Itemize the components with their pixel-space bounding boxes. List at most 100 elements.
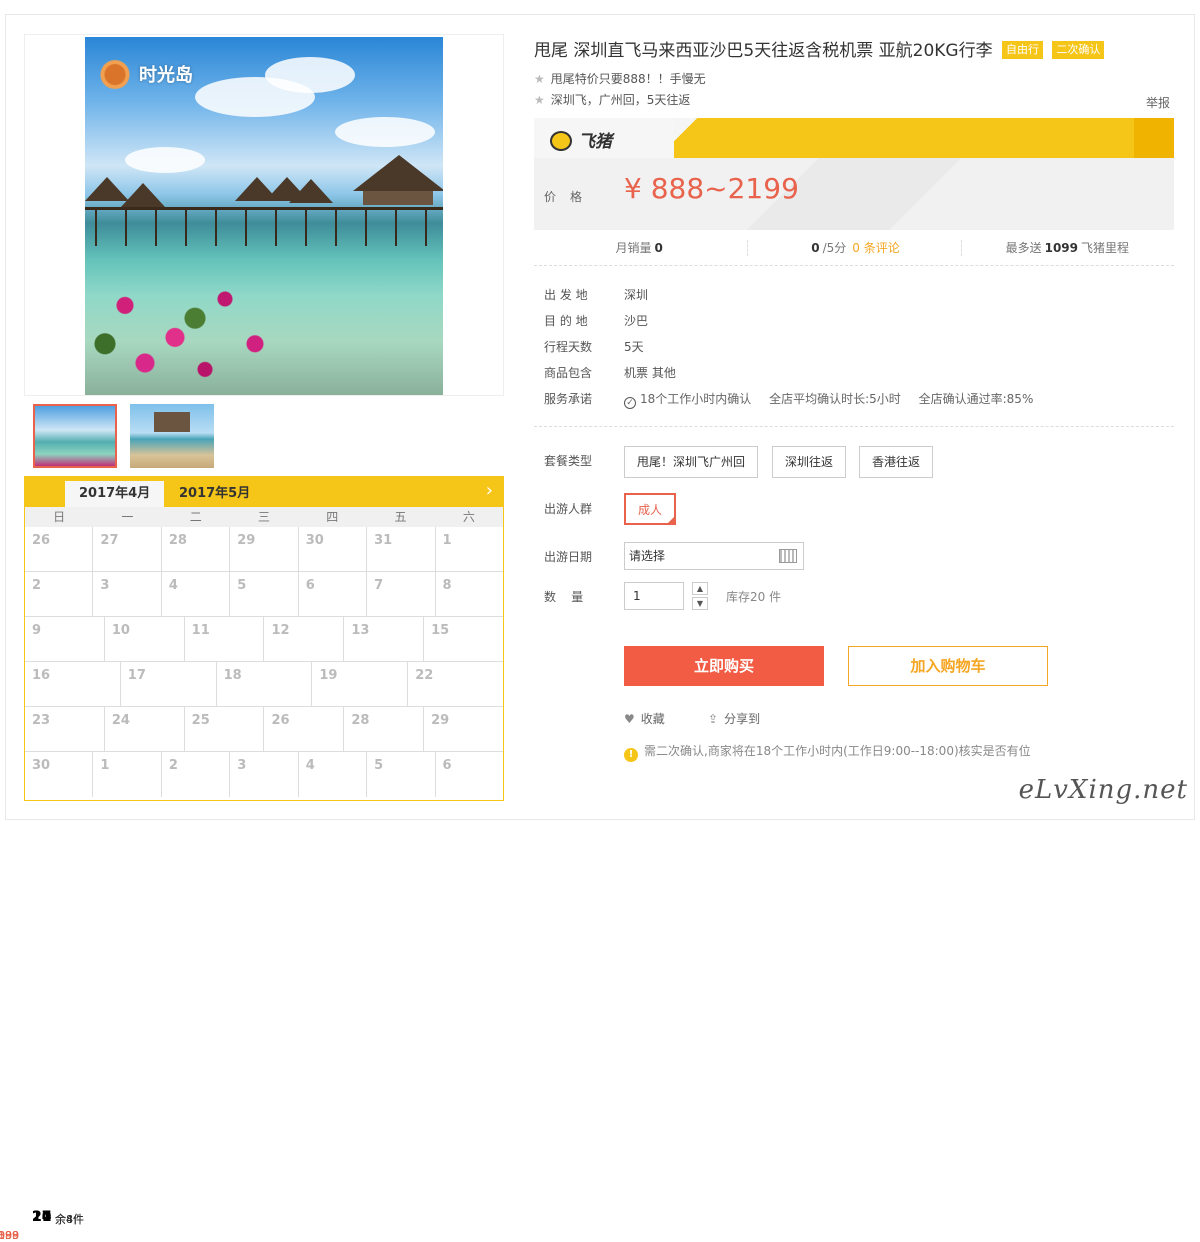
pig-logo-icon: [550, 131, 572, 151]
check-icon: ✓: [624, 397, 636, 409]
package-option[interactable]: 深圳往返: [772, 446, 847, 478]
warning-icon: !: [624, 748, 638, 762]
day-number: 13: [351, 623, 370, 638]
favorite-button[interactable]: ♥ 收藏: [624, 710, 665, 727]
calendar-day-cell: 19: [312, 662, 409, 706]
calendar-day-cell: 17: [121, 662, 217, 706]
day-number: 25: [191, 713, 210, 728]
tag-badge: 二次确认: [1052, 41, 1105, 59]
day-number: 22: [415, 668, 434, 683]
price-calendar: 2017年4月 2017年5月 › 日 一 二 三 四 五 六 26 27 28 29…: [0, 476, 504, 1242]
crowd-option-adult[interactable]: 成人: [624, 493, 677, 525]
buy-now-button[interactable]: 立即购买: [624, 646, 824, 686]
calendar-day-cell: 29: [424, 707, 503, 751]
calendar-day-cell: 18: [217, 662, 313, 706]
calendar-day-cell: 5: [367, 752, 436, 797]
calendar-week-row: 1617181920余4件¥109921余4件¥109922: [0, 662, 503, 1242]
reviews-link[interactable]: 0 条评论: [852, 241, 899, 255]
chevron-down-icon[interactable]: ▼: [692, 597, 708, 610]
quantity-input[interactable]: 1: [624, 582, 684, 610]
weekday-label: 日: [53, 510, 66, 524]
calendar-day-cell: 23: [25, 707, 105, 751]
day-number: 29: [431, 713, 450, 728]
calendar-icon[interactable]: [779, 549, 797, 563]
calendar-week-row: 2324252627余4件¥21992829: [0, 707, 503, 1242]
package-option[interactable]: 香港往返: [859, 446, 934, 478]
calendar-day-cell: 28: [162, 527, 231, 571]
day-number: 12: [271, 623, 290, 638]
service-promises: ✓ 18个工作小时内确认 全店平均确认时长:5小时 全店确认通过率:85%: [624, 390, 1033, 409]
day-number: 17: [127, 668, 146, 683]
calendar-day-cell: 28: [344, 707, 425, 751]
day-number: 9: [32, 623, 42, 638]
share-button[interactable]: ⇪ 分享到: [708, 710, 760, 727]
brand-watermark-logo: 时光岛: [97, 53, 217, 93]
calendar-week-row: 2 3 4 5 6 7 8: [25, 572, 503, 617]
day-number: 2: [168, 758, 178, 773]
tag-badge: 自由行: [1001, 41, 1043, 59]
price-value: ¥ 888~2199: [624, 172, 799, 205]
main-image-frame: 时光岛: [24, 34, 504, 396]
chevron-up-icon[interactable]: ▲: [692, 582, 708, 595]
weekday-label: 二: [189, 510, 202, 524]
chevron-right-icon[interactable]: ›: [486, 481, 493, 501]
stock-text: 库存20 件: [726, 590, 782, 604]
weekday-label: 一: [121, 510, 134, 524]
day-number: 6: [305, 578, 315, 593]
product-title: 甩尾 深圳直飞马来西亚沙巴5天往返含税机票 亚航20KG行李 自由行 二次确认: [534, 36, 1105, 61]
calendar-day-cell: 13: [344, 617, 425, 661]
tab-may[interactable]: 2017年5月: [165, 481, 264, 507]
calendar-day-cell: 3: [230, 752, 299, 797]
calendar-day-cell: 4: [162, 572, 231, 616]
calendar-week-row: 30 1 2 3 4 5 6: [25, 752, 503, 797]
day-number: 2: [32, 578, 42, 593]
tab-april[interactable]: 2017年4月: [65, 481, 165, 507]
brand-banner: 飞猪: [534, 118, 1174, 158]
calendar-day-cell: 5: [230, 572, 299, 616]
notice-text: ! 需二次确认,商家将在18个工作小时内(工作日9:00--18:00)核实是否有…: [624, 742, 1031, 762]
monthly-sales: 月销量 0: [615, 241, 663, 255]
date-picker[interactable]: 请选择: [624, 542, 804, 570]
thumbnail-strip: [24, 402, 504, 474]
calendar-day-cell: 11: [185, 617, 265, 661]
calendar-week-row: 26 27 28 29 30 31 1: [25, 527, 503, 572]
day-number: 8: [442, 578, 452, 593]
calendar-day-cell: 25: [185, 707, 265, 751]
calendar-day-cell: 16: [25, 662, 121, 706]
calendar-grid: 2627282930311234567891011121314余8件¥88815…: [0, 527, 503, 1242]
weekday-row: 日 一 二 三 四 五 六: [25, 507, 503, 527]
calendar-day-cell: 29: [230, 527, 299, 571]
day-number: 23: [32, 713, 51, 728]
calendar-day-cell: 27: [93, 527, 162, 571]
calendar-week-row: 91011121314余8件¥88815: [0, 617, 503, 1242]
star-icon: ★: [534, 72, 545, 86]
weekday-label: 四: [326, 510, 339, 524]
divider: [534, 426, 1174, 427]
day-number: 1: [100, 758, 110, 773]
quantity-label: 数 量: [544, 590, 584, 604]
day-number: 28: [168, 533, 187, 548]
star-icon: ★: [534, 93, 545, 107]
calendar-day-cell: 3: [93, 572, 162, 616]
calendar-day-cell: 1: [436, 527, 503, 571]
calendar-day-cell: 30: [299, 527, 368, 571]
day-number: 16: [32, 668, 51, 683]
logo-text: 时光岛: [139, 65, 193, 86]
package-option[interactable]: 甩尾！深圳飞广州回: [624, 446, 759, 478]
main-product-image: 时光岛: [85, 37, 443, 395]
day-number: 26: [32, 533, 51, 548]
day-number: 24: [111, 713, 130, 728]
day-price: ¥2199: [0, 1229, 19, 1242]
add-to-cart-button[interactable]: 加入购物车: [848, 646, 1048, 686]
report-link[interactable]: 举报: [1146, 94, 1170, 111]
calendar-day-cell: 1: [93, 752, 162, 797]
price-panel: 价格 ¥ 888~2199: [534, 158, 1174, 230]
day-number: 30: [305, 533, 324, 548]
miles-info: 最多送 1099 飞猪里程: [960, 230, 1174, 265]
calendar-day-cell: 9: [25, 617, 105, 661]
calendar-header: 2017年4月 2017年5月 ›: [25, 477, 503, 507]
day-number: 26: [271, 713, 290, 728]
date-label: 出游日期: [544, 550, 593, 564]
thumbnail-2[interactable]: [130, 404, 214, 468]
thumbnail-1[interactable]: [33, 404, 117, 468]
